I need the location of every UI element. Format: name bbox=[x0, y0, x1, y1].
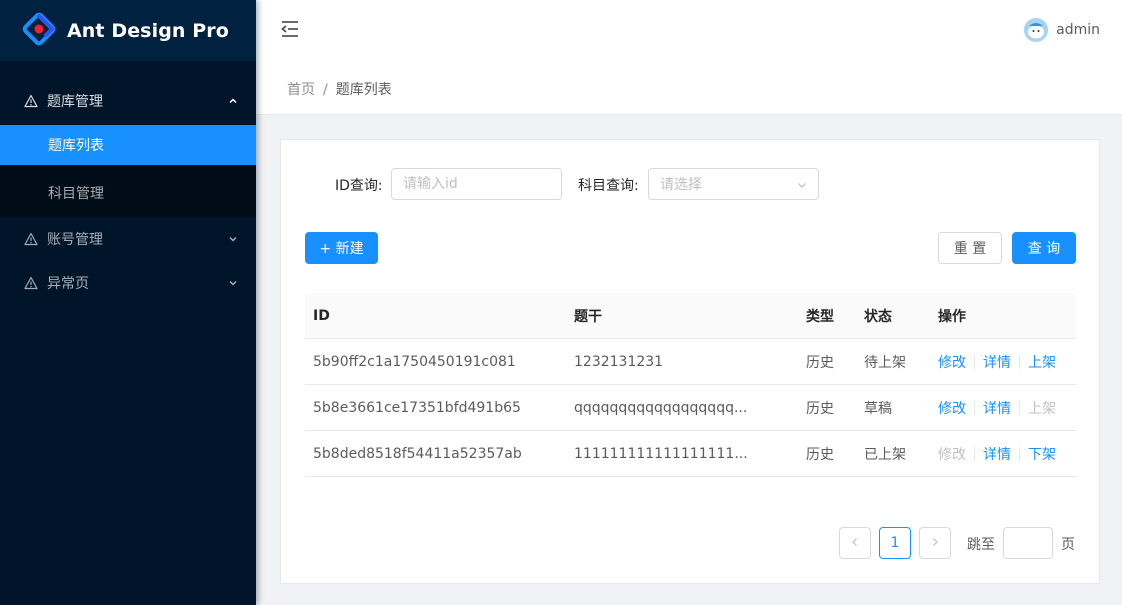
search-button[interactable]: 查 询 bbox=[1012, 232, 1076, 264]
divider bbox=[974, 355, 975, 369]
breadcrumb-separator: / bbox=[323, 82, 328, 98]
chevron-down-icon bbox=[228, 234, 238, 244]
divider bbox=[1019, 401, 1020, 415]
question-table: ID 题干 类型 状态 操作 5b90ff2c1a1750450191c081 … bbox=[305, 293, 1076, 477]
edit-link[interactable]: 修改 bbox=[938, 398, 966, 418]
prev-page-button[interactable] bbox=[839, 527, 871, 559]
cell-title: 111111111111111111... bbox=[574, 446, 748, 462]
subject-select[interactable]: 请选择 bbox=[648, 168, 819, 200]
chevron-up-icon bbox=[228, 96, 238, 106]
column-header-type: 类型 bbox=[806, 309, 834, 325]
column-header-title: 题干 bbox=[574, 309, 602, 325]
filter-form: ID查询: 科目查询: 请选择 bbox=[281, 168, 1099, 200]
top-header: admin bbox=[256, 0, 1122, 61]
cell-title: qqqqqqqqqqqqqqqqqq... bbox=[574, 400, 748, 416]
sidebar-menu: 题库管理 题库列表 科目管理 账号管理 异常页 bbox=[0, 77, 256, 305]
sidebar: Ant Design Pro 题库管理 题库列表 科目管理 账号管理 异常页 bbox=[0, 0, 256, 605]
next-page-button[interactable] bbox=[919, 527, 951, 559]
subject-select-placeholder: 请选择 bbox=[660, 177, 702, 193]
divider bbox=[1019, 355, 1020, 369]
logo[interactable]: Ant Design Pro bbox=[0, 0, 256, 61]
reset-button[interactable]: 重 置 bbox=[938, 232, 1002, 264]
cell-type: 历史 bbox=[806, 355, 834, 371]
cell-status: 待上架 bbox=[864, 355, 906, 371]
warning-icon bbox=[24, 276, 38, 290]
warning-icon bbox=[24, 232, 38, 246]
chevron-down-icon bbox=[797, 180, 807, 190]
menu-fold-icon[interactable] bbox=[280, 20, 300, 38]
divider bbox=[1019, 447, 1020, 461]
subject-query-label: 科目查询: bbox=[578, 178, 639, 194]
publish-link[interactable]: 上架 bbox=[1028, 352, 1056, 372]
unpublish-link[interactable]: 下架 bbox=[1028, 444, 1056, 464]
ant-design-logo-icon bbox=[22, 12, 56, 50]
sidebar-group-exception[interactable]: 异常页 bbox=[0, 261, 256, 305]
cell-status: 已上架 bbox=[864, 447, 906, 463]
jump-to-page-input[interactable] bbox=[1003, 527, 1053, 559]
edit-link: 修改 bbox=[938, 447, 966, 463]
user-name: admin bbox=[1056, 22, 1100, 38]
content-card: ID查询: 科目查询: 请选择 + 新建 重 置 查 询 ID 题干 类型 状态… bbox=[280, 139, 1100, 584]
cell-actions: 修改 详情 下架 bbox=[938, 431, 1056, 477]
chevron-right-icon bbox=[930, 535, 940, 551]
cell-actions: 修改 详情 上架 bbox=[938, 339, 1056, 385]
page-suffix-label: 页 bbox=[1061, 537, 1075, 553]
sidebar-group-account[interactable]: 账号管理 bbox=[0, 217, 256, 261]
cell-title: 1232131231 bbox=[574, 354, 664, 370]
edit-link[interactable]: 修改 bbox=[938, 352, 966, 372]
page-item-1[interactable]: 1 bbox=[879, 527, 911, 559]
divider bbox=[974, 447, 975, 461]
publish-link: 上架 bbox=[1028, 401, 1056, 417]
sidebar-group-label: 异常页 bbox=[47, 276, 89, 292]
cell-id: 5b8ded8518f54411a52357ab bbox=[313, 446, 522, 462]
warning-icon bbox=[24, 94, 38, 108]
sidebar-item-subject-management[interactable]: 科目管理 bbox=[0, 173, 256, 213]
detail-link[interactable]: 详情 bbox=[983, 444, 1011, 464]
create-button[interactable]: + 新建 bbox=[305, 232, 378, 264]
breadcrumb-home[interactable]: 首页 bbox=[287, 82, 315, 98]
table-row: 5b8e3661ce17351bfd491b65 qqqqqqqqqqqqqqq… bbox=[305, 385, 1076, 431]
app-title: Ant Design Pro bbox=[67, 19, 229, 42]
detail-link[interactable]: 详情 bbox=[983, 352, 1011, 372]
column-header-actions: 操作 bbox=[938, 309, 966, 325]
table-row: 5b8ded8518f54411a52357ab 111111111111111… bbox=[305, 431, 1076, 477]
sidebar-item-label: 题库列表 bbox=[48, 138, 104, 154]
breadcrumb-current: 题库列表 bbox=[335, 82, 392, 98]
divider bbox=[974, 401, 975, 415]
sidebar-submenu: 题库列表 科目管理 bbox=[0, 125, 256, 217]
cell-actions: 修改 详情 上架 bbox=[938, 385, 1056, 431]
column-header-status: 状态 bbox=[864, 309, 892, 325]
user-menu[interactable]: admin bbox=[1024, 18, 1100, 42]
cell-status: 草稿 bbox=[864, 401, 892, 417]
pagination: 1 跳至 页 bbox=[839, 527, 1079, 559]
id-query-input[interactable] bbox=[391, 168, 562, 200]
sidebar-group-label: 题库管理 bbox=[47, 94, 103, 110]
sidebar-group-question-bank[interactable]: 题库管理 bbox=[0, 77, 256, 125]
sidebar-item-label: 科目管理 bbox=[48, 186, 104, 202]
cell-id: 5b90ff2c1a1750450191c081 bbox=[313, 354, 516, 370]
table-row: 5b90ff2c1a1750450191c081 1232131231 历史 待… bbox=[305, 339, 1076, 385]
sidebar-item-question-list[interactable]: 题库列表 bbox=[0, 125, 256, 165]
chevron-down-icon bbox=[228, 278, 238, 288]
sidebar-group-label: 账号管理 bbox=[47, 232, 103, 248]
page-header: 首页 / 题库列表 bbox=[256, 61, 1122, 115]
cell-id: 5b8e3661ce17351bfd491b65 bbox=[313, 400, 521, 416]
avatar bbox=[1024, 18, 1049, 42]
chevron-left-icon bbox=[850, 535, 860, 551]
cell-type: 历史 bbox=[806, 401, 834, 417]
id-query-label: ID查询: bbox=[335, 178, 383, 194]
cell-type: 历史 bbox=[806, 447, 834, 463]
table-header: ID 题干 类型 状态 操作 bbox=[305, 293, 1076, 339]
jump-to-label: 跳至 bbox=[967, 537, 995, 553]
column-header-id: ID bbox=[313, 308, 330, 324]
detail-link[interactable]: 详情 bbox=[983, 398, 1011, 418]
